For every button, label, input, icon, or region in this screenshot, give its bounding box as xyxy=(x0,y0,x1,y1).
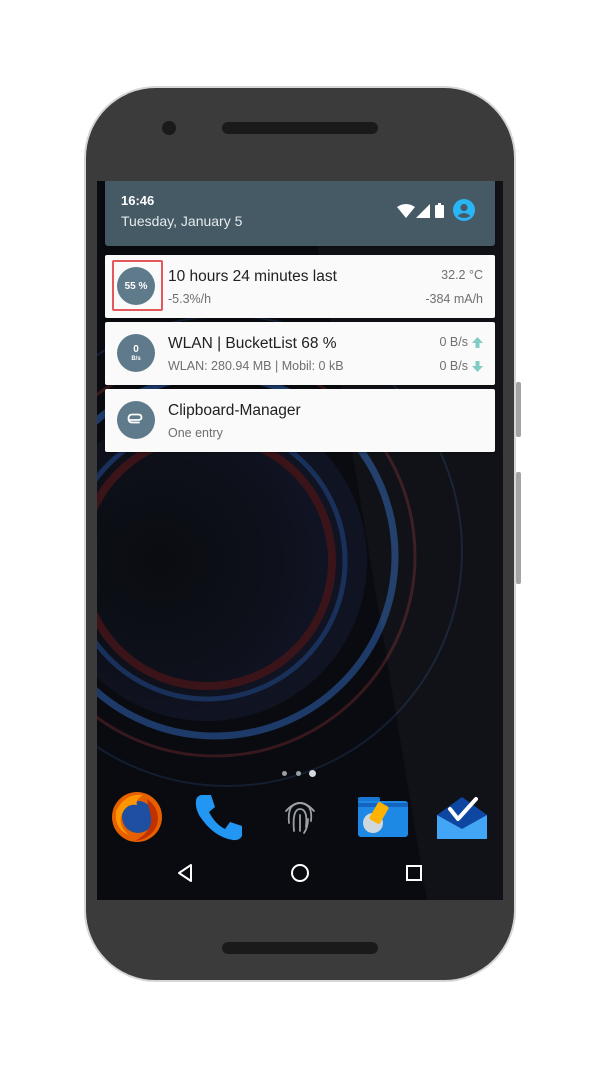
highlight-box xyxy=(112,260,163,311)
back-icon[interactable] xyxy=(170,858,200,888)
fingerprint-app[interactable] xyxy=(270,787,330,847)
current-draw: -384 mA/h xyxy=(425,292,483,306)
fingerprint-icon xyxy=(285,802,315,834)
arrow-down-icon xyxy=(472,361,483,373)
firefox-app[interactable] xyxy=(107,787,167,847)
page-dot xyxy=(296,771,301,776)
network-speed-value: 0 xyxy=(133,343,139,355)
battery-icon xyxy=(435,203,444,218)
volume-button xyxy=(516,472,521,584)
inbox-app[interactable] xyxy=(432,787,492,847)
screen: 16:46 Tuesday, January 5 55 % 10 hours 2… xyxy=(97,181,503,900)
home-icon[interactable] xyxy=(285,858,315,888)
paperclip-icon xyxy=(127,413,143,424)
arrow-up-icon xyxy=(472,337,483,349)
navigation-bar xyxy=(97,847,503,900)
cell-signal-icon xyxy=(416,204,430,218)
network-speed-icon: 0 B/s xyxy=(117,334,155,372)
battery-notification[interactable]: 55 % 10 hours 24 minutes last -5.3%/h 32… xyxy=(105,255,495,318)
status-icons xyxy=(397,199,477,223)
page-indicator xyxy=(282,770,322,778)
network-notification[interactable]: 0 B/s WLAN | BucketList 68 % WLAN: 280.9… xyxy=(105,322,495,385)
account-icon[interactable] xyxy=(453,199,475,221)
date: Tuesday, January 5 xyxy=(121,213,243,229)
notification-title: Clipboard-Manager xyxy=(168,402,301,419)
upload-speed-value: 0 B/s xyxy=(439,335,469,349)
firefox-icon xyxy=(112,792,162,842)
notification-title: 10 hours 24 minutes last xyxy=(168,268,337,285)
notification-title: WLAN | BucketList 68 % xyxy=(168,335,337,352)
app-dock xyxy=(97,787,503,847)
files-app[interactable] xyxy=(351,787,411,847)
temperature: 32.2 °C xyxy=(441,268,483,282)
power-button xyxy=(516,382,521,437)
notification-subtitle: One entry xyxy=(168,426,223,440)
inbox-icon xyxy=(437,797,487,839)
status-bar[interactable]: 16:46 Tuesday, January 5 xyxy=(105,181,495,246)
clipboard-icon-circle xyxy=(117,401,155,439)
page-dot-active xyxy=(309,770,316,777)
download-speed: 0 B/s xyxy=(439,359,483,373)
upload-speed: 0 B/s xyxy=(439,335,483,349)
bottom-speaker xyxy=(222,942,378,954)
recents-icon[interactable] xyxy=(399,858,429,888)
clock: 16:46 xyxy=(121,193,155,208)
phone-app[interactable] xyxy=(189,787,249,847)
notification-subtitle: -5.3%/h xyxy=(168,292,212,306)
page-dot xyxy=(282,771,287,776)
top-speaker xyxy=(222,122,378,134)
notification-subtitle: WLAN: 280.94 MB | Mobil: 0 kB xyxy=(168,359,344,373)
wifi-icon xyxy=(397,204,415,218)
files-icon xyxy=(358,797,408,837)
network-speed-unit: B/s xyxy=(131,355,141,362)
phone-icon xyxy=(195,795,242,841)
front-camera xyxy=(162,121,176,135)
download-speed-value: 0 B/s xyxy=(439,359,469,373)
clipboard-notification[interactable]: Clipboard-Manager One entry xyxy=(105,389,495,452)
